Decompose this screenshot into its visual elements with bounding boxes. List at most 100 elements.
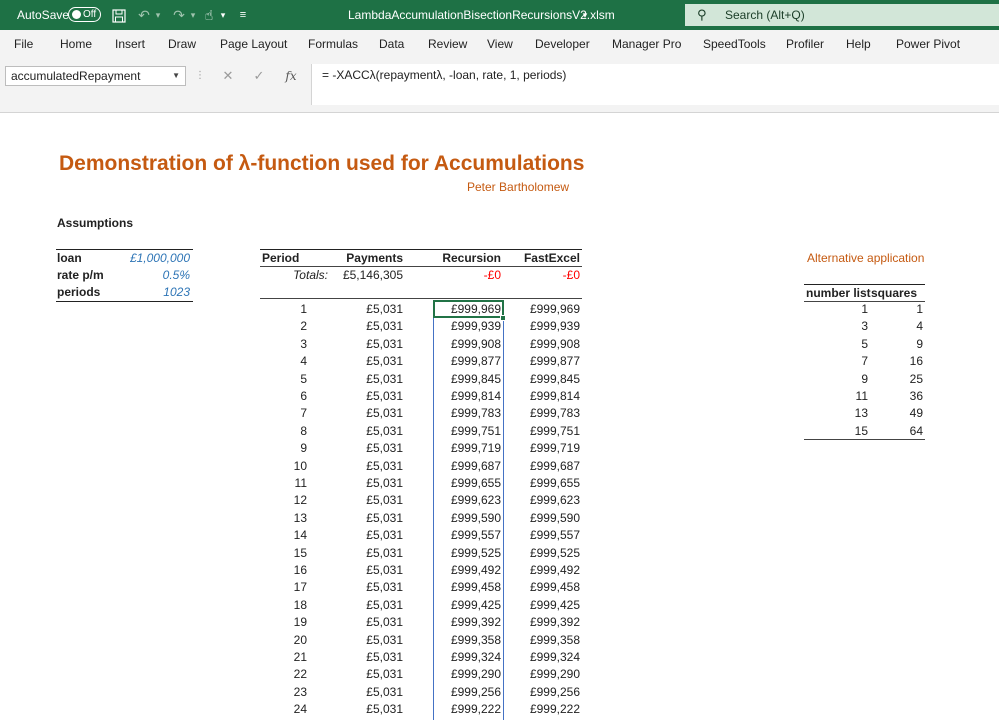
cell-fastexcel[interactable]: £999,845 <box>505 371 580 388</box>
assumption-value-rate[interactable]: 0.5% <box>100 267 190 284</box>
cell-period[interactable]: 3 <box>260 336 307 353</box>
cell-period[interactable]: 6 <box>260 388 307 405</box>
undo-dropdown-icon[interactable]: ▾ <box>153 0 163 30</box>
cell-fastexcel[interactable]: £999,655 <box>505 475 580 492</box>
cell-period[interactable]: 9 <box>260 440 307 457</box>
name-box[interactable]: accumulatedRepayment ▼ <box>5 66 186 86</box>
cell-period[interactable]: 11 <box>260 475 307 492</box>
tab-speedtools[interactable]: SpeedTools <box>703 30 766 58</box>
cell-payment[interactable]: £5,031 <box>323 579 403 596</box>
tab-manager-pro[interactable]: Manager Pro <box>612 30 681 58</box>
total-recursion[interactable]: -£0 <box>420 267 501 284</box>
cell-fastexcel[interactable]: £999,458 <box>505 579 580 596</box>
cell-period[interactable]: 2 <box>260 318 307 335</box>
tab-view[interactable]: View <box>487 30 513 58</box>
worksheet[interactable]: Demonstration of λ-function used for Acc… <box>0 113 999 720</box>
cell-fastexcel[interactable]: £999,358 <box>505 632 580 649</box>
alt-cell-square[interactable]: 9 <box>870 336 923 353</box>
touch-mode-dropdown-icon[interactable]: ▾ <box>218 0 228 30</box>
cell-period[interactable]: 8 <box>260 423 307 440</box>
cell-payment[interactable]: £5,031 <box>323 353 403 370</box>
cell-fastexcel[interactable]: £999,290 <box>505 666 580 683</box>
cell-fastexcel[interactable]: £999,939 <box>505 318 580 335</box>
cell-period[interactable]: 18 <box>260 597 307 614</box>
cell-payment[interactable]: £5,031 <box>323 701 403 718</box>
touch-mode-icon[interactable]: ☝ <box>201 0 217 30</box>
formula-input[interactable]: = -XACCλ(repaymentλ, -loan, rate, 1, per… <box>311 64 999 105</box>
cell-fastexcel[interactable]: £999,719 <box>505 440 580 457</box>
cell-fastexcel[interactable]: £999,324 <box>505 649 580 666</box>
alt-cell-number[interactable]: 3 <box>804 318 868 335</box>
cell-period[interactable]: 24 <box>260 701 307 718</box>
cell-payment[interactable]: £5,031 <box>323 666 403 683</box>
cell-fastexcel[interactable]: £999,392 <box>505 614 580 631</box>
cell-payment[interactable]: £5,031 <box>323 318 403 335</box>
cell-payment[interactable]: £5,031 <box>323 510 403 527</box>
alt-cell-square[interactable]: 64 <box>870 423 923 440</box>
cell-payment[interactable]: £5,031 <box>323 632 403 649</box>
cell-payment[interactable]: £5,031 <box>323 458 403 475</box>
cell-payment[interactable]: £5,031 <box>323 614 403 631</box>
cell-period[interactable]: 5 <box>260 371 307 388</box>
cell-period[interactable]: 1 <box>260 301 307 318</box>
search-box[interactable]: ⚲ Search (Alt+Q) <box>685 4 999 26</box>
cell-fastexcel[interactable]: £999,557 <box>505 527 580 544</box>
tab-home[interactable]: Home <box>60 30 92 58</box>
cell-fastexcel[interactable]: £999,623 <box>505 492 580 509</box>
cell-payment[interactable]: £5,031 <box>323 388 403 405</box>
alt-cell-square[interactable]: 36 <box>870 388 923 405</box>
cell-period[interactable]: 7 <box>260 405 307 422</box>
alt-cell-square[interactable]: 49 <box>870 405 923 422</box>
alt-cell-square[interactable]: 1 <box>870 301 923 318</box>
alt-cell-number[interactable]: 11 <box>804 388 868 405</box>
cell-payment[interactable]: £5,031 <box>323 440 403 457</box>
cell-period[interactable]: 21 <box>260 649 307 666</box>
cell-period[interactable]: 19 <box>260 614 307 631</box>
alt-cell-number[interactable]: 9 <box>804 371 868 388</box>
tab-help[interactable]: Help <box>846 30 871 58</box>
save-icon[interactable] <box>110 0 128 30</box>
alt-cell-number[interactable]: 7 <box>804 353 868 370</box>
assumption-value-loan[interactable]: £1,000,000 <box>100 250 190 267</box>
cell-period[interactable]: 23 <box>260 684 307 701</box>
tab-review[interactable]: Review <box>428 30 467 58</box>
cell-payment[interactable]: £5,031 <box>323 684 403 701</box>
cell-period[interactable]: 14 <box>260 527 307 544</box>
tab-power-pivot[interactable]: Power Pivot <box>896 30 960 58</box>
alt-cell-number[interactable]: 15 <box>804 423 868 440</box>
cell-period[interactable]: 17 <box>260 579 307 596</box>
cell-fastexcel[interactable]: £999,814 <box>505 388 580 405</box>
cell-fastexcel[interactable]: £999,425 <box>505 597 580 614</box>
tab-draw[interactable]: Draw <box>168 30 196 58</box>
tab-data[interactable]: Data <box>379 30 404 58</box>
cell-payment[interactable]: £5,031 <box>323 597 403 614</box>
cell-period[interactable]: 22 <box>260 666 307 683</box>
name-box-dropdown-icon[interactable]: ▼ <box>172 67 180 85</box>
redo-dropdown-icon[interactable]: ▾ <box>188 0 198 30</box>
cell-fastexcel[interactable]: £999,492 <box>505 562 580 579</box>
cell-payment[interactable]: £5,031 <box>323 301 403 318</box>
tab-page-layout[interactable]: Page Layout <box>220 30 287 58</box>
tab-file[interactable]: File <box>14 30 33 58</box>
cell-payment[interactable]: £5,031 <box>323 492 403 509</box>
cell-payment[interactable]: £5,031 <box>323 371 403 388</box>
enter-icon[interactable]: ✓ <box>250 66 268 86</box>
alt-cell-number[interactable]: 13 <box>804 405 868 422</box>
fill-handle[interactable] <box>500 315 506 321</box>
cell-payment[interactable]: £5,031 <box>323 527 403 544</box>
cell-period[interactable]: 12 <box>260 492 307 509</box>
cell-fastexcel[interactable]: £999,877 <box>505 353 580 370</box>
alt-cell-square[interactable]: 16 <box>870 353 923 370</box>
filename-dropdown-icon[interactable]: ▾ <box>580 0 590 30</box>
customize-qat-icon[interactable]: ≡ <box>236 0 250 30</box>
cell-period[interactable]: 16 <box>260 562 307 579</box>
redo-icon[interactable]: ↷ <box>170 0 188 30</box>
assumption-value-periods[interactable]: 1023 <box>100 284 190 301</box>
cell-fastexcel[interactable]: £999,751 <box>505 423 580 440</box>
tab-profiler[interactable]: Profiler <box>786 30 824 58</box>
alt-cell-square[interactable]: 25 <box>870 371 923 388</box>
cell-payment[interactable]: £5,031 <box>323 649 403 666</box>
alt-cell-number[interactable]: 5 <box>804 336 868 353</box>
cell-fastexcel[interactable]: £999,687 <box>505 458 580 475</box>
cell-fastexcel[interactable]: £999,908 <box>505 336 580 353</box>
